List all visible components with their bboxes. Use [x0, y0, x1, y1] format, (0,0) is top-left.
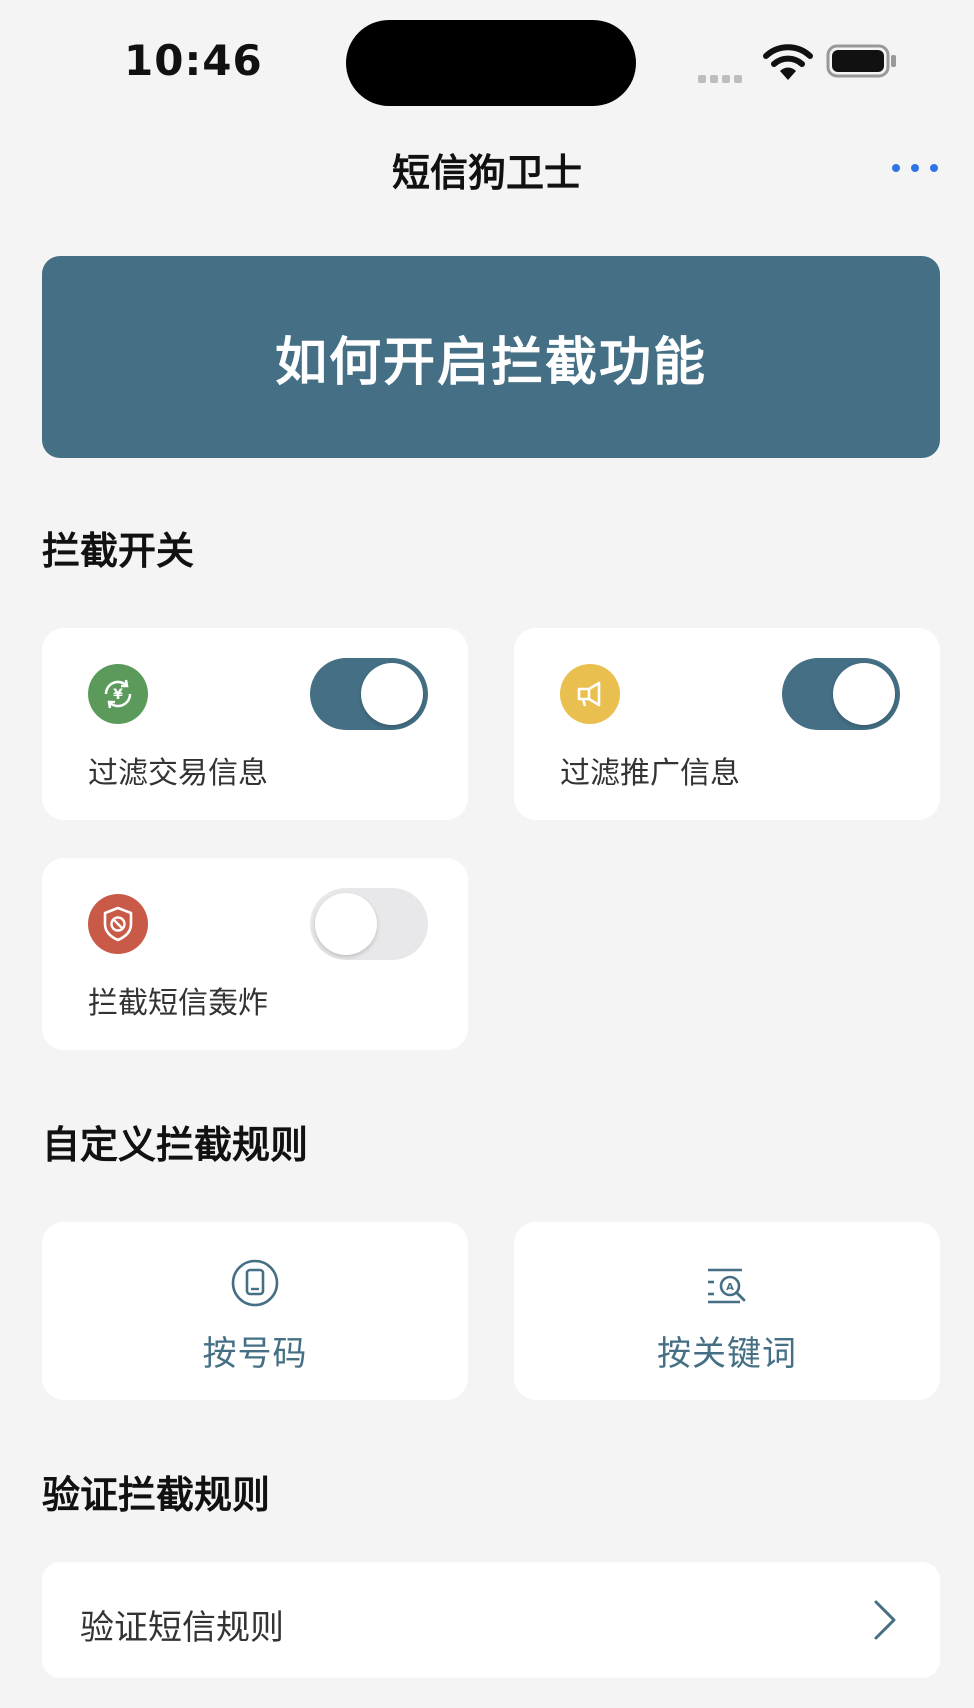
svg-text:¥: ¥ — [113, 687, 123, 703]
switch-label: 过滤推广信息 — [560, 756, 740, 791]
section-title-verify: 验证拦截规则 — [42, 1473, 271, 1517]
toggle-sms-bombing[interactable] — [310, 888, 428, 960]
svg-text:A: A — [726, 1282, 734, 1293]
dynamic-island — [346, 20, 636, 106]
toggle-knob — [361, 663, 423, 725]
verify-sms-rules-row[interactable]: 验证短信规则 — [42, 1562, 940, 1678]
rule-label: 按号码 — [202, 1334, 308, 1374]
chevron-right-icon — [874, 1600, 896, 1640]
toggle-knob — [833, 663, 895, 725]
section-title-switches: 拦截开关 — [42, 529, 195, 573]
switch-label: 拦截短信轰炸 — [88, 986, 268, 1021]
shield-block-icon — [88, 894, 148, 954]
verify-row-label: 验证短信规则 — [80, 1608, 284, 1648]
yen-exchange-icon: ¥ — [88, 664, 148, 724]
rule-by-number-button[interactable]: 按号码 — [42, 1222, 468, 1400]
switch-card-sms-bombing: 拦截短信轰炸 — [42, 858, 468, 1050]
battery-icon — [826, 44, 896, 78]
phone-icon — [231, 1259, 279, 1307]
page-title: 短信狗卫士 — [391, 151, 582, 195]
megaphone-icon — [560, 664, 620, 724]
toggle-promotion[interactable] — [782, 658, 900, 730]
switch-label: 过滤交易信息 — [88, 756, 268, 791]
toggle-knob — [315, 893, 377, 955]
rule-by-keyword-button[interactable]: A 按关键词 — [514, 1222, 940, 1400]
status-bar: 10:46 — [0, 0, 974, 130]
switch-card-transaction: ¥ 过滤交易信息 — [42, 628, 468, 820]
status-time: 10:46 — [124, 36, 263, 85]
keyword-search-icon: A — [708, 1268, 746, 1304]
wifi-icon — [763, 44, 813, 80]
more-dots-icon[interactable] — [892, 150, 938, 186]
cellular-signal-icon — [698, 68, 746, 87]
rule-label: 按关键词 — [657, 1334, 797, 1374]
switch-card-promotion: 过滤推广信息 — [514, 628, 940, 820]
toggle-transaction[interactable] — [310, 658, 428, 730]
how-to-enable-banner[interactable]: 如何开启拦截功能 — [42, 256, 940, 458]
section-title-custom-rules: 自定义拦截规则 — [42, 1123, 309, 1167]
